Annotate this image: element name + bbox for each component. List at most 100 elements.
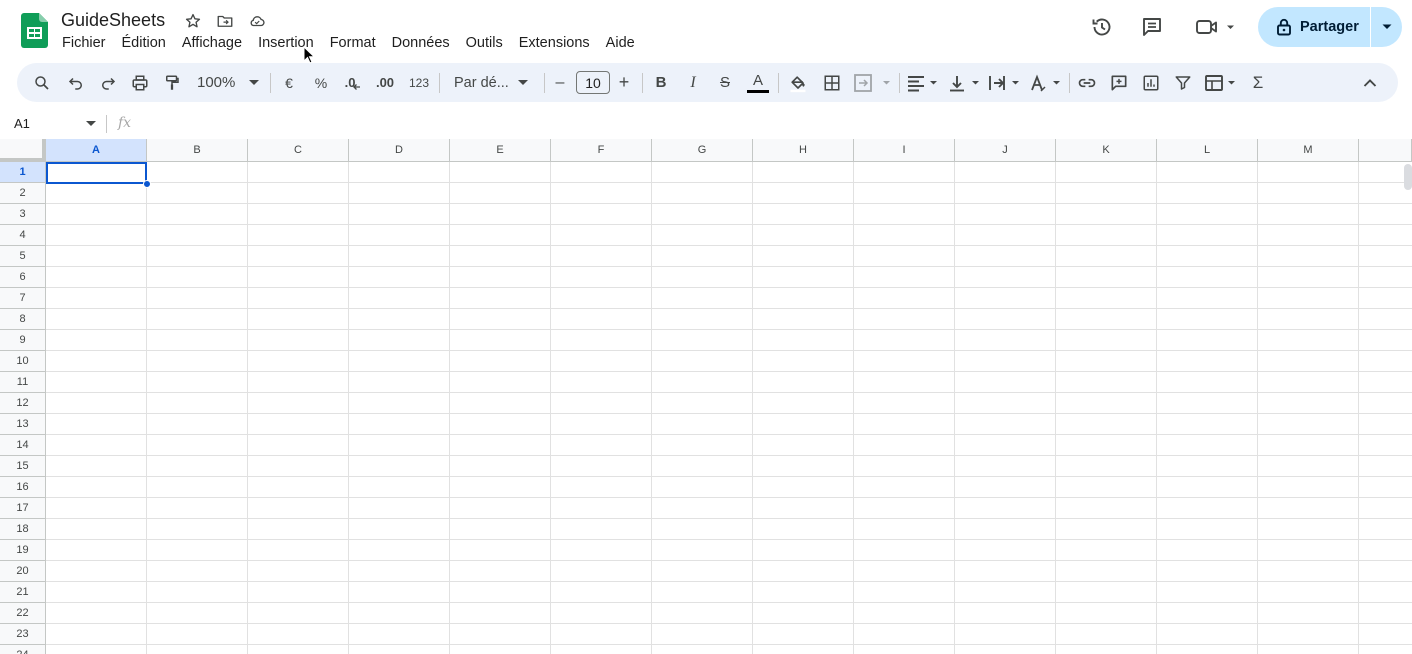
row-header[interactable]: 10 xyxy=(0,351,46,372)
percent-button[interactable]: % xyxy=(310,63,332,102)
google-sheets-logo[interactable] xyxy=(21,13,48,48)
decrease-font-size-button[interactable]: – xyxy=(550,63,570,102)
row-header[interactable]: 21 xyxy=(0,582,46,603)
row-header[interactable]: 2 xyxy=(0,183,46,204)
text-rotation-icon[interactable] xyxy=(1028,63,1062,102)
menu-affichage[interactable]: Affichage xyxy=(174,32,250,54)
font-family-select[interactable]: Par dé... xyxy=(450,63,532,102)
bold-button[interactable]: B xyxy=(650,63,672,102)
menu-extensions[interactable]: Extensions xyxy=(511,32,598,54)
document-title[interactable]: GuideSheets xyxy=(61,9,165,31)
column-header[interactable]: A xyxy=(46,139,147,162)
mouse-cursor-icon xyxy=(303,46,315,64)
name-box[interactable]: A1 xyxy=(0,110,106,137)
star-icon[interactable] xyxy=(183,11,203,31)
column-header[interactable]: F xyxy=(551,139,652,162)
decrease-decimal-button[interactable]: .0 xyxy=(342,63,364,102)
vertical-align-icon[interactable] xyxy=(947,63,981,102)
row-header[interactable]: 19 xyxy=(0,540,46,561)
column-header[interactable]: B xyxy=(147,139,248,162)
row-header[interactable]: 6 xyxy=(0,267,46,288)
column-header[interactable]: M xyxy=(1258,139,1359,162)
vertical-scrollbar[interactable] xyxy=(1404,164,1412,190)
row-header[interactable]: 7 xyxy=(0,288,46,309)
insert-comment-icon[interactable] xyxy=(1108,63,1130,102)
share-dropdown-icon[interactable] xyxy=(1371,7,1402,47)
search-icon[interactable] xyxy=(31,63,53,102)
print-icon[interactable] xyxy=(129,63,151,102)
borders-icon[interactable] xyxy=(821,63,843,102)
italic-button[interactable]: I xyxy=(682,63,704,102)
insert-link-icon[interactable] xyxy=(1076,63,1098,102)
row-header[interactable]: 5 xyxy=(0,246,46,267)
paint-format-icon[interactable] xyxy=(161,63,183,102)
cell-area[interactable] xyxy=(46,162,1412,654)
column-header[interactable]: C xyxy=(248,139,349,162)
filter-icon[interactable] xyxy=(1172,63,1194,102)
row-header[interactable]: 1 xyxy=(0,162,46,183)
toolbar-divider xyxy=(1069,73,1070,93)
row-header[interactable]: 12 xyxy=(0,393,46,414)
toolbar: 100% € % .0 .00 123 Par dé... – 10 + B I… xyxy=(17,63,1398,102)
currency-button[interactable]: € xyxy=(278,63,300,102)
menu-aide[interactable]: Aide xyxy=(598,32,643,54)
row-header[interactable]: 18 xyxy=(0,519,46,540)
menu-format[interactable]: Format xyxy=(322,32,384,54)
column-header[interactable] xyxy=(1359,139,1412,162)
row-header[interactable]: 15 xyxy=(0,456,46,477)
undo-icon[interactable] xyxy=(65,63,87,102)
row-header[interactable]: 14 xyxy=(0,435,46,456)
column-header[interactable]: J xyxy=(955,139,1056,162)
video-call-icon[interactable] xyxy=(1190,13,1238,41)
row-header[interactable]: 24 xyxy=(0,645,46,654)
increase-decimal-button[interactable]: .00 xyxy=(372,63,398,102)
column-header[interactable]: H xyxy=(753,139,854,162)
column-header[interactable]: L xyxy=(1157,139,1258,162)
comments-icon[interactable] xyxy=(1138,13,1166,41)
more-formats-button[interactable]: 123 xyxy=(406,63,432,102)
move-to-folder-icon[interactable] xyxy=(215,11,235,31)
menu-outils[interactable]: Outils xyxy=(458,32,511,54)
menu-donnees[interactable]: Données xyxy=(384,32,458,54)
chevron-up-icon[interactable] xyxy=(1359,63,1381,102)
menu-edition[interactable]: Édition xyxy=(114,32,174,54)
column-header[interactable]: D xyxy=(349,139,450,162)
row-header[interactable]: 4 xyxy=(0,225,46,246)
row-header[interactable]: 13 xyxy=(0,414,46,435)
version-history-icon[interactable] xyxy=(1088,13,1116,41)
row-header[interactable]: 9 xyxy=(0,330,46,351)
row-header[interactable]: 16 xyxy=(0,477,46,498)
row-header[interactable]: 23 xyxy=(0,624,46,645)
text-wrap-icon[interactable] xyxy=(987,63,1021,102)
select-all-corner[interactable] xyxy=(0,139,46,162)
toolbar-divider xyxy=(778,73,779,93)
row-header[interactable]: 20 xyxy=(0,561,46,582)
share-button[interactable]: Partager xyxy=(1258,7,1370,47)
cloud-saved-icon[interactable] xyxy=(247,11,267,31)
fill-color-icon[interactable] xyxy=(787,63,809,102)
fill-handle[interactable] xyxy=(143,180,151,188)
column-header[interactable]: K xyxy=(1056,139,1157,162)
increase-font-size-button[interactable]: + xyxy=(614,63,634,102)
column-header[interactable]: G xyxy=(652,139,753,162)
insert-chart-icon[interactable] xyxy=(1140,63,1162,102)
filter-views-icon[interactable] xyxy=(1203,63,1237,102)
column-header[interactable]: E xyxy=(450,139,551,162)
horizontal-align-icon[interactable] xyxy=(905,63,939,102)
functions-button[interactable]: Σ xyxy=(1247,63,1269,102)
strikethrough-button[interactable]: S xyxy=(714,63,736,102)
text-color-button[interactable]: A xyxy=(746,63,770,102)
menu-fichier[interactable]: Fichier xyxy=(54,32,114,54)
formula-input[interactable] xyxy=(140,110,1412,137)
merge-cells-icon[interactable] xyxy=(853,63,893,102)
redo-icon[interactable] xyxy=(97,63,119,102)
active-cell-a1[interactable] xyxy=(46,162,147,184)
row-header[interactable]: 22 xyxy=(0,603,46,624)
column-header[interactable]: I xyxy=(854,139,955,162)
zoom-select[interactable]: 100% xyxy=(193,63,263,102)
row-header[interactable]: 17 xyxy=(0,498,46,519)
font-size-input[interactable]: 10 xyxy=(576,71,610,94)
row-header[interactable]: 11 xyxy=(0,372,46,393)
row-header[interactable]: 3 xyxy=(0,204,46,225)
row-header[interactable]: 8 xyxy=(0,309,46,330)
